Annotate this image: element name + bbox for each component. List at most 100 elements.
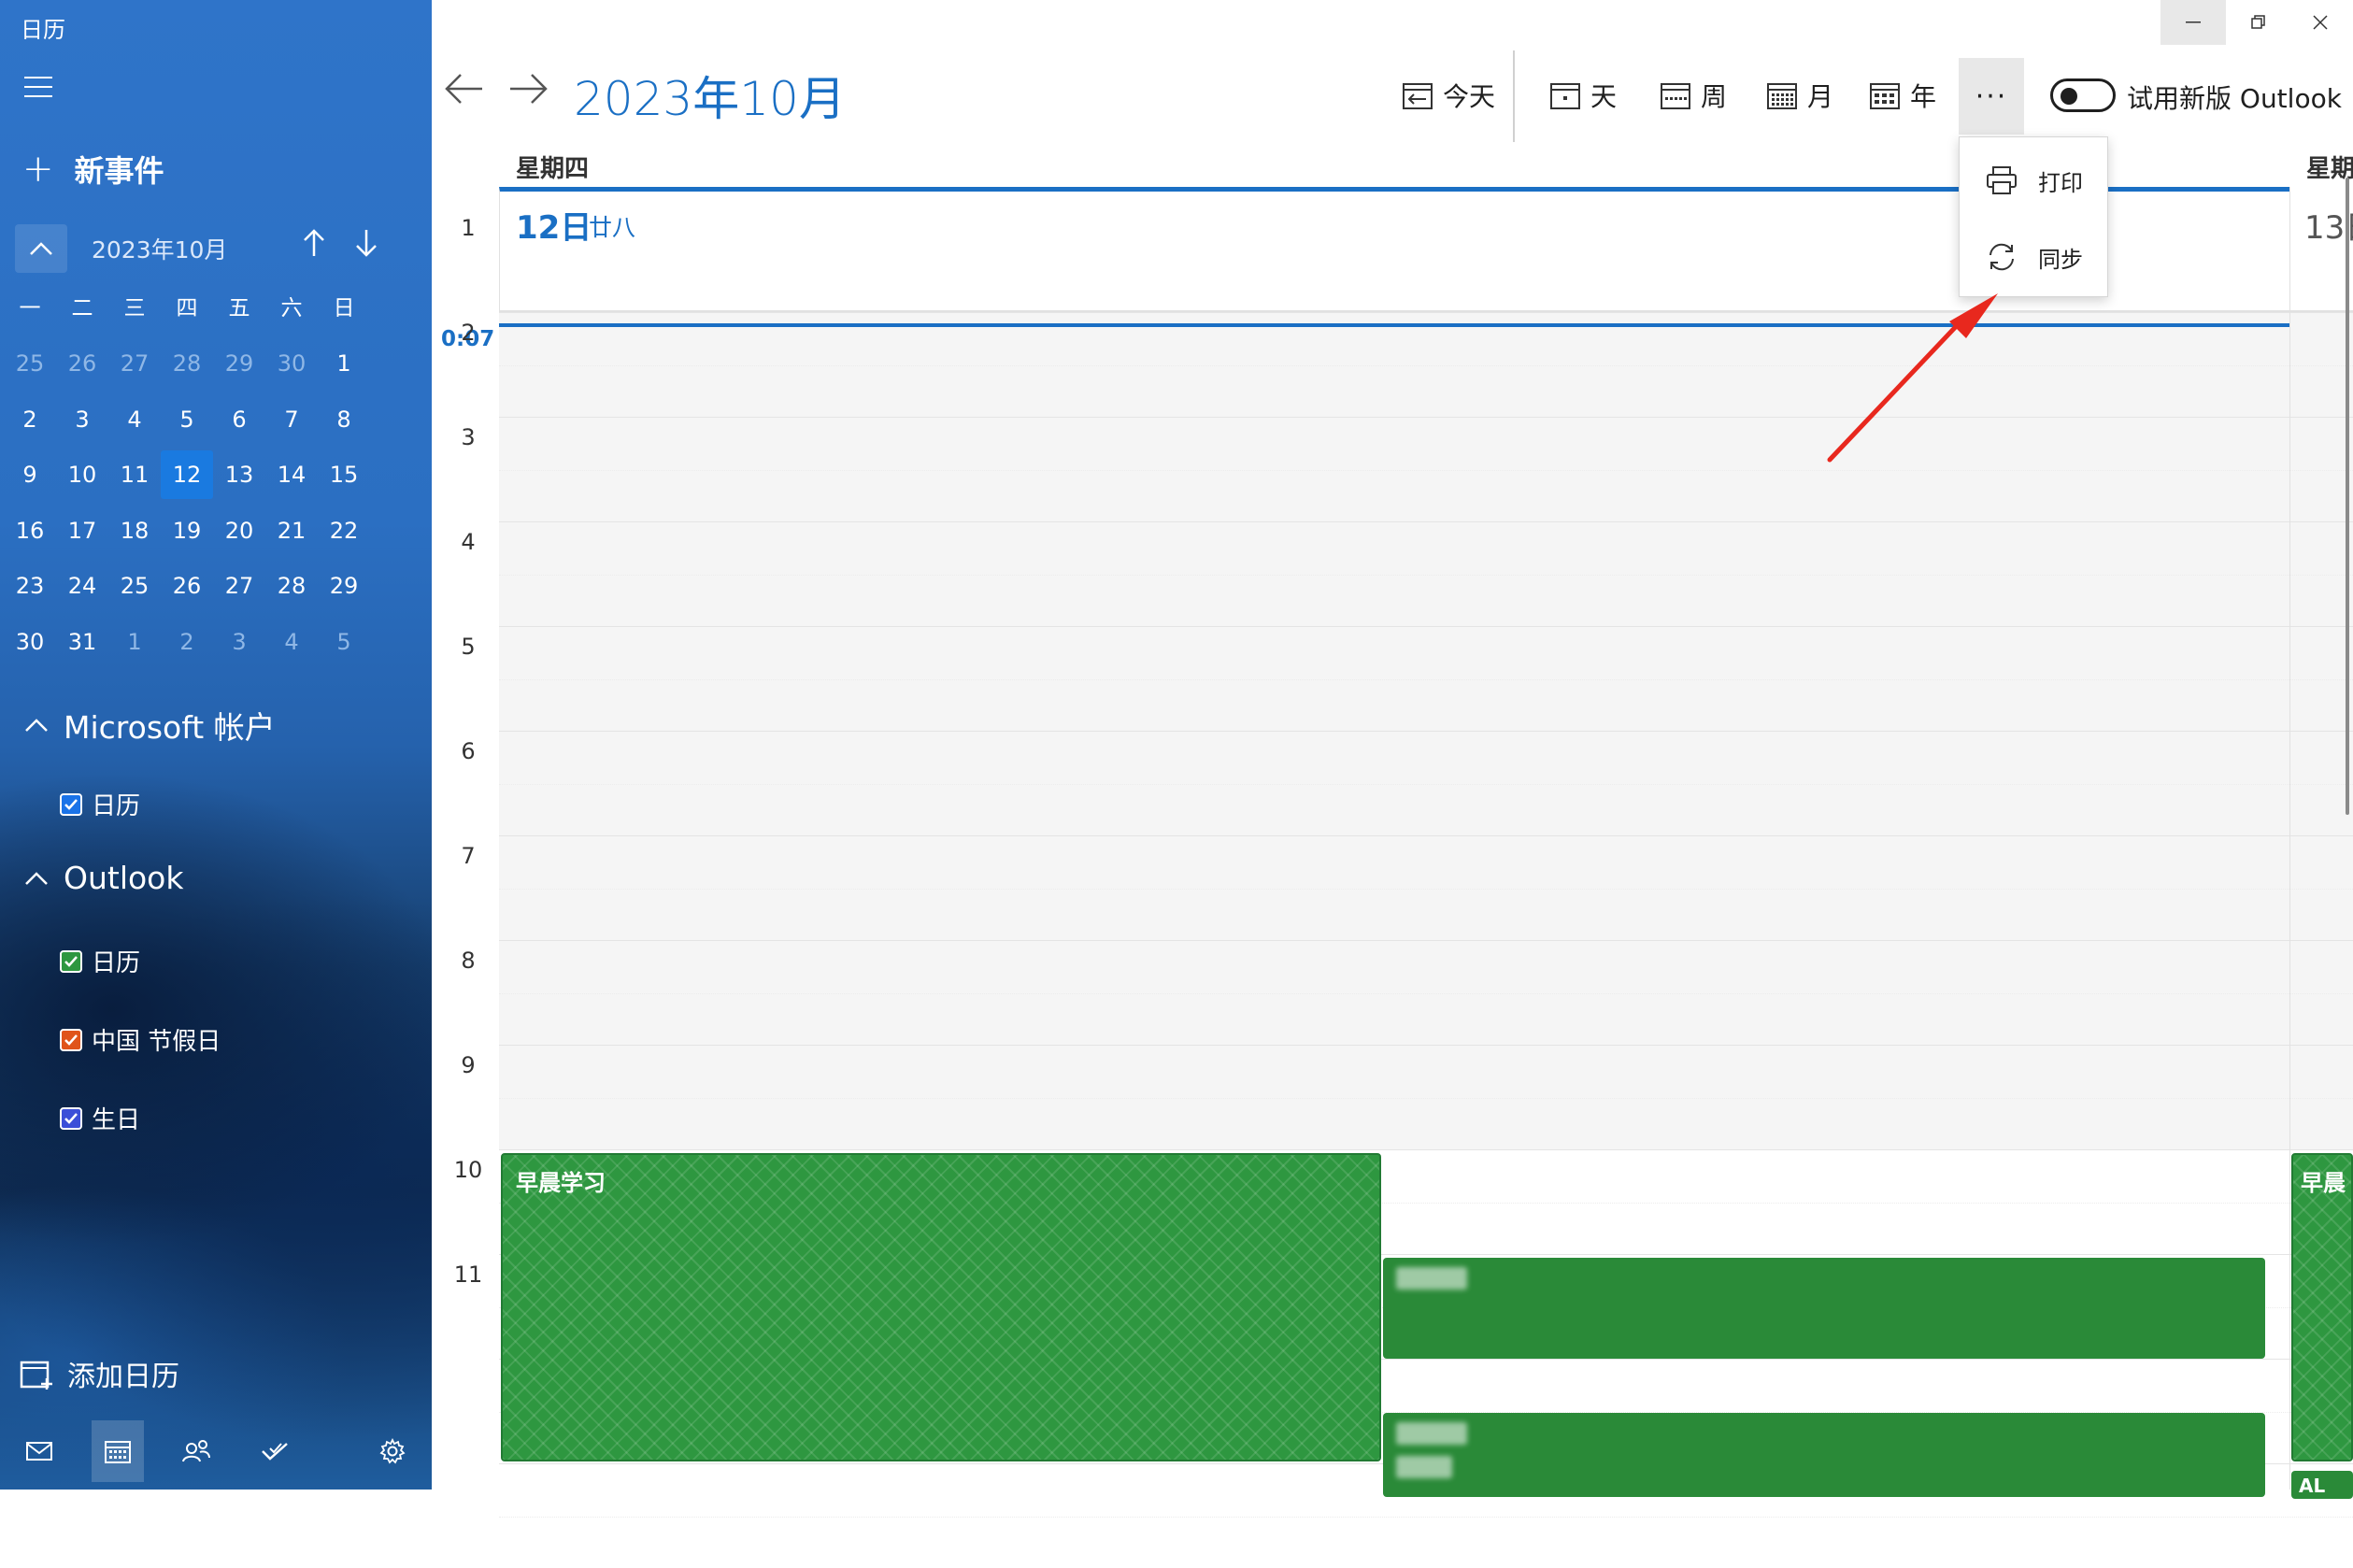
mini-calendar-day[interactable]: 31 [56, 618, 108, 666]
people-icon[interactable] [170, 1420, 222, 1482]
vertical-scrollbar[interactable] [2346, 178, 2349, 815]
today-button[interactable]: 今天 [1402, 77, 1495, 114]
mini-calendar-day[interactable]: 4 [265, 618, 318, 666]
mini-calendar-day[interactable]: 24 [56, 562, 108, 610]
event-next-day-morning[interactable]: 早晨 [2291, 1153, 2353, 1461]
calendar-name: 生日 [92, 1106, 141, 1134]
mini-calendar-day[interactable]: 20 [213, 506, 265, 555]
week-view-button[interactable]: 周 [1660, 77, 1727, 114]
menu-item-print[interactable]: 打印 [1960, 141, 2107, 220]
mini-calendar-day[interactable]: 28 [161, 339, 213, 388]
account-header-microsoft[interactable]: Microsoft 帐户 [24, 703, 276, 748]
mini-calendar-month-label[interactable]: 2023年10月 [92, 232, 227, 265]
mini-calendar-day[interactable]: 5 [161, 395, 213, 444]
month-title[interactable]: 2023年10月 [574, 62, 846, 129]
mini-calendar-day-selected[interactable]: 12 [161, 450, 213, 500]
mini-calendar-day[interactable]: 28 [265, 562, 318, 610]
todo-check-icon[interactable] [249, 1420, 301, 1482]
hour-slot[interactable] [499, 1045, 2353, 1149]
mini-calendar-day[interactable]: 19 [161, 506, 213, 555]
minimize-icon[interactable] [2160, 0, 2226, 45]
mini-calendar-day[interactable]: 5 [318, 618, 370, 666]
mini-calendar-day[interactable]: 3 [56, 395, 108, 444]
event-morning-study[interactable]: 早晨学习 [501, 1153, 1381, 1461]
mini-calendar-day[interactable]: 13 [213, 450, 265, 499]
event-next-day-al[interactable]: AL [2291, 1471, 2353, 1499]
close-icon[interactable] [2288, 0, 2353, 45]
arrow-up-icon[interactable] [303, 228, 325, 266]
mini-calendar-day[interactable]: 23 [4, 562, 56, 610]
new-event-button[interactable]: + 新事件 [22, 148, 164, 191]
toolbar-divider [1513, 50, 1515, 142]
hour-slot[interactable] [499, 417, 2353, 521]
hour-slot[interactable] [499, 940, 2353, 1045]
checkbox-checked-icon[interactable] [60, 949, 82, 973]
mini-calendar-day[interactable]: 16 [4, 506, 56, 555]
more-options-button[interactable]: ··· [1959, 58, 2024, 135]
calendar-item-china-holidays[interactable]: 中国 节假日 [60, 1022, 221, 1057]
hour-slot[interactable] [499, 521, 2353, 626]
mini-calendar-day[interactable]: 10 [56, 450, 108, 499]
mini-calendar-day[interactable]: 25 [4, 339, 56, 388]
mini-calendar-day[interactable]: 26 [56, 339, 108, 388]
mini-calendar-week: 23 24 25 26 27 28 29 [4, 559, 396, 615]
settings-gear-icon[interactable] [366, 1420, 419, 1482]
mini-calendar-day[interactable]: 29 [318, 562, 370, 610]
checkbox-checked-icon[interactable] [60, 792, 82, 816]
mini-calendar-day[interactable]: 7 [265, 395, 318, 444]
mini-calendar-header: 2023年10月 [15, 224, 407, 273]
mini-calendar-day[interactable]: 8 [318, 395, 370, 444]
column-divider [2289, 312, 2290, 1490]
day-view-button[interactable]: 天 [1549, 77, 1617, 114]
mini-calendar-day[interactable]: 3 [213, 618, 265, 666]
menu-item-sync[interactable]: 同步 [1960, 218, 2107, 296]
calendar-nav-icon[interactable] [92, 1420, 144, 1482]
calendar-item-outlook-calendar[interactable]: 日历 [60, 944, 140, 978]
event-blurred-1[interactable] [1383, 1258, 2265, 1359]
add-calendar-button[interactable]: 添加日历 [19, 1353, 179, 1394]
hour-slot[interactable] [499, 626, 2353, 731]
mini-calendar-day[interactable]: 18 [108, 506, 161, 555]
mini-calendar-day[interactable]: 11 [108, 450, 161, 499]
mini-calendar-day[interactable]: 27 [213, 562, 265, 610]
hamburger-menu-icon[interactable] [24, 77, 52, 99]
calendar-item-microsoft-calendar[interactable]: 日历 [60, 787, 140, 821]
mini-calendar-collapse-button[interactable] [15, 224, 67, 273]
mini-calendar-day[interactable]: 14 [265, 450, 318, 499]
mini-calendar-day[interactable]: 30 [265, 339, 318, 388]
mini-calendar-day[interactable]: 26 [161, 562, 213, 610]
mini-calendar-day[interactable]: 1 [318, 339, 370, 388]
calendar-item-birthdays[interactable]: 生日 [60, 1101, 140, 1135]
mini-calendar-day[interactable]: 30 [4, 618, 56, 666]
hour-label: 4 [461, 529, 476, 555]
new-outlook-toggle[interactable] [2050, 78, 2116, 112]
chevron-up-icon [25, 871, 48, 885]
mini-calendar-day[interactable]: 17 [56, 506, 108, 555]
restore-icon[interactable] [2226, 0, 2291, 45]
year-view-button[interactable]: 年 [1869, 77, 1936, 114]
mail-icon[interactable] [13, 1420, 65, 1482]
mini-calendar-day[interactable]: 2 [161, 618, 213, 666]
mini-calendar-day[interactable]: 25 [108, 562, 161, 610]
mini-calendar-day[interactable]: 6 [213, 395, 265, 444]
mini-calendar-day[interactable]: 1 [108, 618, 161, 666]
next-arrow-icon[interactable] [508, 73, 548, 108]
mini-calendar-day[interactable]: 2 [4, 395, 56, 444]
hour-slot[interactable] [499, 312, 2353, 417]
mini-calendar-day[interactable]: 15 [318, 450, 370, 499]
mini-calendar-day[interactable]: 22 [318, 506, 370, 555]
mini-calendar-day[interactable]: 21 [265, 506, 318, 555]
previous-arrow-icon[interactable] [445, 73, 484, 108]
hour-slot[interactable] [499, 731, 2353, 835]
mini-calendar-day[interactable]: 4 [108, 395, 161, 444]
mini-calendar-day[interactable]: 27 [108, 339, 161, 388]
event-blurred-2[interactable] [1383, 1413, 2265, 1497]
checkbox-checked-icon[interactable] [60, 1106, 82, 1130]
checkbox-checked-icon[interactable] [60, 1028, 82, 1051]
mini-calendar-day[interactable]: 29 [213, 339, 265, 388]
hour-slot[interactable] [499, 835, 2353, 940]
account-header-outlook[interactable]: Outlook [24, 860, 184, 896]
month-view-button[interactable]: 月 [1766, 77, 1833, 114]
mini-calendar-day[interactable]: 9 [4, 450, 56, 499]
arrow-down-icon[interactable] [355, 228, 378, 266]
